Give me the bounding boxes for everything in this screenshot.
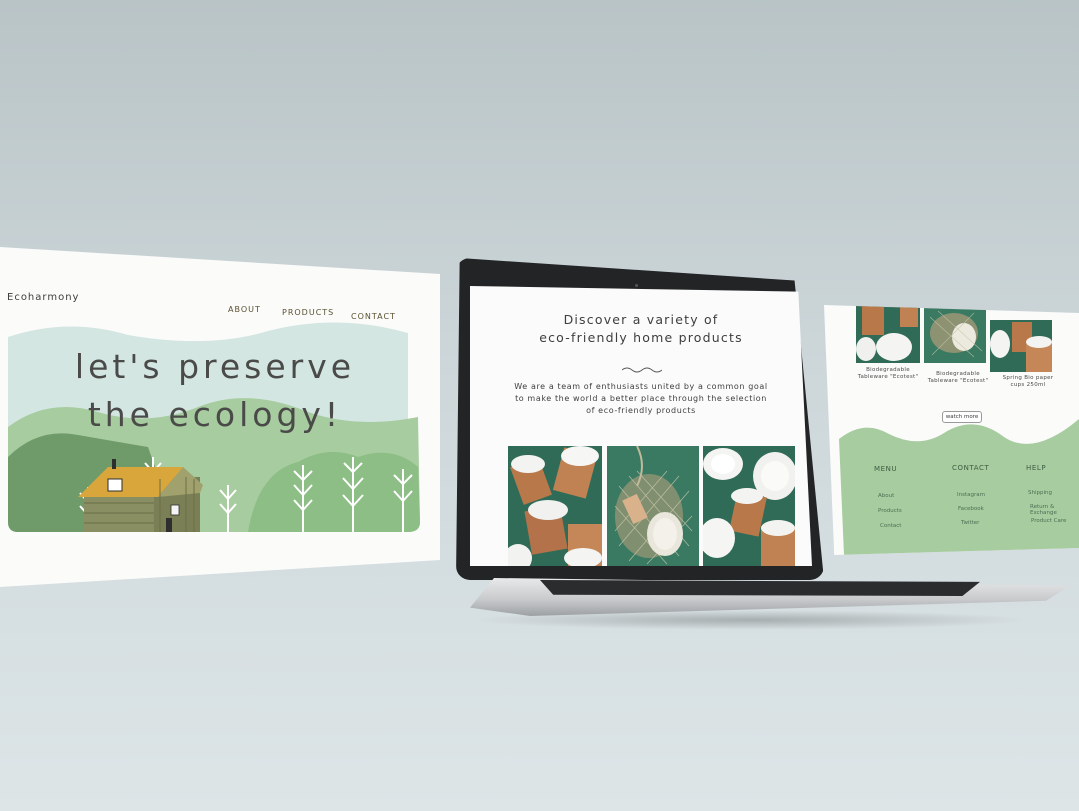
hero-title-line2: the ecology! [87,395,343,434]
hero-title-line1: let's preserve [74,347,356,386]
products-heading-line1: Discover a variety of [563,312,719,327]
product-thumb-2[interactable] [924,307,986,363]
footer-link-shipping[interactable]: Shipping [1028,490,1052,496]
hero-page-panel: Ecoharmony ABOUT PRODUCTS CONTACT let's … [0,247,440,587]
brand-logo[interactable]: Ecoharmony [7,292,79,303]
footer-link-facebook[interactable]: Facebook [958,506,984,512]
nav-products[interactable]: PRODUCTS [282,308,334,317]
footer-link-contact[interactable]: Contact [880,523,901,529]
about-text-line3: of eco-friendly products [586,406,696,415]
product-thumb-3[interactable] [990,320,1052,372]
product-1-name-line1: Biodegradable [866,367,910,373]
product-thumb-1[interactable] [856,305,920,363]
footer-link-instagram[interactable]: Instagram [957,492,985,498]
products-heading-line2: eco-friendly home products [539,330,743,345]
product-caption-1: Biodegradable Tableware "Ecotest" [852,367,924,381]
footer-contact-title: CONTACT [952,464,990,472]
about-text-line1: We are a team of enthusiasts united by a… [514,382,768,391]
product-3-name-line2: cups 250ml [1010,382,1046,388]
product-caption-3: Spring Bio paper cups 250ml [992,375,1064,389]
product-2-name-line1: Biodegradable [936,371,980,377]
product-1-name-line2: Tableware "Ecotest" [857,374,919,380]
laptop-keyboard [540,580,980,596]
footer-wave-background [839,419,1079,555]
products-footer-panel: Biodegradable Tableware "Ecotest" Biodeg… [824,305,1079,555]
webcam-icon [635,284,638,287]
product-photo-plates[interactable] [703,446,795,566]
footer-link-products[interactable]: Products [878,508,902,514]
product-photo-bag[interactable] [607,446,699,566]
nav-about[interactable]: ABOUT [228,305,261,314]
product-2-name-line2: Tableware "Ecotest" [927,378,989,384]
product-photo-cups[interactable] [508,446,602,566]
about-text-line2: to make the world a better place through… [515,394,767,403]
footer-help-title: HELP [1026,464,1047,472]
footer-link-about[interactable]: About [878,493,894,499]
footer-link-twitter[interactable]: Twitter [961,520,979,526]
footer-link-return-exchange[interactable]: Return & Exchange [1030,504,1079,516]
footer-link-product-care[interactable]: Product Care [1031,518,1066,524]
wave-divider-icon [622,367,662,373]
laptop-screen-page: Discover a variety of eco-friendly home … [470,286,812,566]
product-3-name-line1: Spring Bio paper [1002,375,1054,381]
product-caption-2: Biodegradable Tableware "Ecotest" [922,371,994,385]
footer-menu-title: MENU [874,465,898,473]
